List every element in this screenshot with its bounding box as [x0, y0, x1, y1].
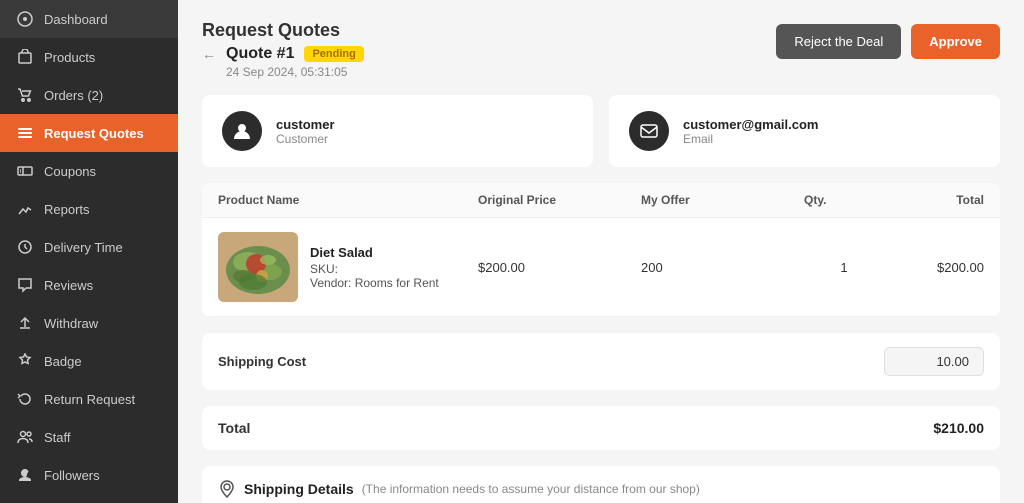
reviews-icon	[16, 276, 34, 294]
product-sku: SKU:	[310, 262, 439, 276]
sidebar: Dashboard Products Orders (2) Request Qu…	[0, 0, 178, 503]
email-info: customer@gmail.com Email	[683, 117, 819, 146]
shipping-details-title: Shipping Details	[244, 481, 354, 497]
products-table: Product Name Original Price My Offer Qty…	[202, 183, 1000, 317]
sidebar-item-reviews[interactable]: Reviews	[0, 266, 178, 304]
sidebar-item-announcements[interactable]: Announcements	[0, 494, 178, 503]
location-icon	[218, 480, 236, 498]
sidebar-item-products[interactable]: Products	[0, 38, 178, 76]
sidebar-item-withdraw[interactable]: Withdraw	[0, 304, 178, 342]
total-value: $210.00	[933, 420, 984, 436]
shipping-details-card: Shipping Details (The information needs …	[202, 466, 1000, 503]
col-offer-header: My Offer	[641, 193, 804, 207]
staff-icon	[16, 428, 34, 446]
shipping-details-header: Shipping Details (The information needs …	[218, 480, 984, 498]
col-product-header: Product Name	[218, 193, 478, 207]
main-content: Request Quotes ← Quote #1 Pending 24 Sep…	[178, 0, 1024, 503]
shipping-cost-label: Shipping Cost	[218, 354, 306, 369]
back-button[interactable]: ←	[202, 46, 216, 62]
sidebar-item-followers[interactable]: Followers	[0, 456, 178, 494]
withdraw-icon	[16, 314, 34, 332]
quote-meta: ← Quote #1 Pending	[202, 45, 364, 63]
orders-icon	[16, 86, 34, 104]
return-request-icon	[16, 390, 34, 408]
sidebar-item-request-quotes[interactable]: Request Quotes	[0, 114, 178, 152]
product-details: Diet Salad SKU: Vendor: Rooms for Rent	[310, 245, 439, 290]
product-cell: Diet Salad SKU: Vendor: Rooms for Rent	[218, 232, 478, 302]
shipping-cost-value: 10.00	[884, 347, 984, 376]
reports-icon	[16, 200, 34, 218]
original-price: $200.00	[478, 260, 641, 275]
email-label: Email	[683, 132, 819, 146]
product-image	[218, 232, 298, 302]
sidebar-item-orders[interactable]: Orders (2)	[0, 76, 178, 114]
total-label: Total	[218, 420, 250, 436]
customer-info: customer Customer	[276, 117, 335, 146]
header-actions: Reject the Deal Approve	[776, 24, 1000, 59]
table-header: Product Name Original Price My Offer Qty…	[202, 183, 1000, 218]
sidebar-item-delivery-time[interactable]: Delivery Time	[0, 228, 178, 266]
sidebar-item-return-request[interactable]: Return Request	[0, 380, 178, 418]
reject-button[interactable]: Reject the Deal	[776, 24, 901, 59]
email-avatar	[629, 111, 669, 151]
row-total: $200.00	[884, 260, 984, 275]
col-qty-header: Qty.	[804, 193, 884, 207]
customer-avatar	[222, 111, 262, 151]
email-card: customer@gmail.com Email	[609, 95, 1000, 167]
shipping-details-note: (The information needs to assume your di…	[362, 482, 700, 496]
quote-id: Quote #1	[226, 45, 294, 63]
products-icon	[16, 48, 34, 66]
page-title: Request Quotes	[202, 20, 364, 41]
my-offer: 200	[641, 260, 804, 275]
customer-name: customer	[276, 117, 335, 132]
sidebar-item-reports[interactable]: Reports	[0, 190, 178, 228]
shipping-cost-row: Shipping Cost 10.00	[202, 333, 1000, 390]
customer-card: customer Customer	[202, 95, 593, 167]
customer-role: Customer	[276, 132, 335, 146]
badge-icon	[16, 352, 34, 370]
quantity: 1	[804, 260, 884, 275]
sidebar-item-dashboard[interactable]: Dashboard	[0, 0, 178, 38]
table-row: Diet Salad SKU: Vendor: Rooms for Rent $…	[202, 218, 1000, 317]
dashboard-icon	[16, 10, 34, 28]
col-price-header: Original Price	[478, 193, 641, 207]
header-left: Request Quotes ← Quote #1 Pending 24 Sep…	[202, 20, 364, 79]
email-address: customer@gmail.com	[683, 117, 819, 132]
product-name: Diet Salad	[310, 245, 439, 260]
quote-date: 24 Sep 2024, 05:31:05	[226, 65, 364, 79]
followers-icon	[16, 466, 34, 484]
product-vendor: Vendor: Rooms for Rent	[310, 276, 439, 290]
sidebar-item-badge[interactable]: Badge	[0, 342, 178, 380]
total-row: Total $210.00	[202, 406, 1000, 450]
delivery-time-icon	[16, 238, 34, 256]
approve-button[interactable]: Approve	[911, 24, 1000, 59]
status-badge: Pending	[304, 46, 363, 62]
request-quotes-icon	[16, 124, 34, 142]
info-cards: customer Customer customer@gmail.com Ema…	[202, 95, 1000, 167]
coupons-icon	[16, 162, 34, 180]
col-total-header: Total	[884, 193, 984, 207]
page-header: Request Quotes ← Quote #1 Pending 24 Sep…	[202, 20, 1000, 79]
sidebar-item-staff[interactable]: Staff	[0, 418, 178, 456]
sidebar-item-coupons[interactable]: Coupons	[0, 152, 178, 190]
